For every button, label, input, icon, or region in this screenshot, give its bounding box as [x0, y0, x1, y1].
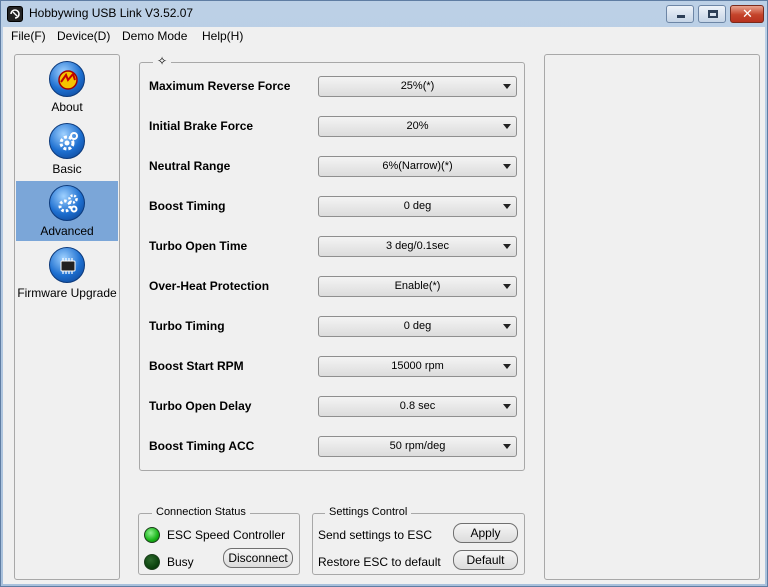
connection-status-title: Connection Status	[152, 506, 250, 518]
select-turbo-open-time[interactable]: 3 deg/0.1sec	[318, 236, 517, 257]
dropdown-arrow-icon	[503, 244, 511, 249]
select-value: Enable(*)	[394, 280, 441, 292]
parameters-group-title: ✧	[153, 54, 172, 68]
close-icon: ✕	[742, 7, 753, 22]
select-boost-timing-acc[interactable]: 50 rpm/deg	[318, 436, 517, 457]
hobbywing-logo-icon	[49, 61, 85, 97]
restore-default-label: Restore ESC to default	[318, 555, 441, 569]
label-neutral-range: Neutral Range	[149, 159, 231, 173]
sidebar-item-advanced[interactable]: Advanced	[16, 181, 118, 241]
info-panel	[544, 54, 760, 580]
select-turbo-timing[interactable]: 0 deg	[318, 316, 517, 337]
label-maximum-reverse-force: Maximum Reverse Force	[149, 79, 291, 93]
gear-icon	[49, 123, 85, 159]
sidebar-item-about[interactable]: About	[16, 57, 118, 117]
label-boost-start-rpm: Boost Start RPM	[149, 359, 244, 373]
select-maximum-reverse-force[interactable]: 25%(*)	[318, 76, 517, 97]
select-value: 3 deg/0.1sec	[386, 240, 449, 252]
title-bar[interactable]: Hobbywing USB Link V3.52.07 ✕	[1, 1, 767, 27]
sidebar-item-label: Advanced	[40, 224, 94, 238]
maximize-button[interactable]	[698, 5, 726, 23]
label-boost-timing-acc: Boost Timing ACC	[149, 439, 255, 453]
menu-device[interactable]: Device(D)	[57, 29, 110, 43]
dropdown-arrow-icon	[503, 324, 511, 329]
sidebar: About Basic Advanced Firmware Upgrade	[14, 54, 120, 580]
select-neutral-range[interactable]: 6%(Narrow)(*)	[318, 156, 517, 177]
select-over-heat-protection[interactable]: Enable(*)	[318, 276, 517, 297]
gears-icon	[49, 185, 85, 221]
sidebar-item-label: Firmware Upgrade	[17, 286, 117, 300]
app-window: Hobbywing USB Link V3.52.07 ✕ File(F) De…	[0, 0, 768, 587]
sidebar-item-label: About	[51, 100, 83, 114]
client-area: About Basic Advanced Firmware Upgrade ✧ …	[3, 45, 765, 584]
dropdown-arrow-icon	[503, 84, 511, 89]
dropdown-arrow-icon	[503, 364, 511, 369]
label-initial-brake-force: Initial Brake Force	[149, 119, 254, 133]
sidebar-item-label: Basic	[52, 162, 82, 176]
select-initial-brake-force[interactable]: 20%	[318, 116, 517, 137]
dropdown-arrow-icon	[503, 404, 511, 409]
select-value: 0 deg	[403, 320, 432, 332]
label-turbo-open-time: Turbo Open Time	[149, 239, 248, 253]
dropdown-arrow-icon	[503, 284, 511, 289]
label-turbo-timing: Turbo Timing	[149, 319, 225, 333]
chip-icon	[49, 247, 85, 283]
default-button[interactable]: Default	[453, 550, 518, 570]
busy-led-icon	[144, 554, 160, 570]
select-turbo-open-delay[interactable]: 0.8 sec	[318, 396, 517, 417]
connected-led-icon	[144, 527, 160, 543]
device-name-label: ESC Speed Controller	[167, 528, 286, 542]
app-icon[interactable]	[7, 6, 23, 22]
sidebar-item-basic[interactable]: Basic	[16, 119, 118, 179]
maximize-icon	[708, 10, 718, 18]
menu-help[interactable]: Help(H)	[202, 29, 243, 43]
select-value: 15000 rpm	[391, 360, 444, 372]
menu-demo-mode[interactable]: Demo Mode	[122, 29, 187, 43]
send-settings-label: Send settings to ESC	[318, 528, 433, 542]
select-boost-start-rpm[interactable]: 15000 rpm	[318, 356, 517, 377]
busy-label: Busy	[167, 555, 194, 569]
select-boost-timing[interactable]: 0 deg	[318, 196, 517, 217]
select-value: 0.8 sec	[399, 400, 436, 412]
apply-button[interactable]: Apply	[453, 523, 518, 543]
select-value: 25%(*)	[400, 80, 435, 92]
menu-file[interactable]: File(F)	[11, 29, 46, 43]
close-button[interactable]: ✕	[730, 5, 764, 23]
disconnect-button[interactable]: Disconnect	[223, 548, 293, 568]
minimize-button[interactable]	[666, 5, 694, 23]
label-over-heat-protection: Over-Heat Protection	[149, 279, 270, 293]
select-value: 6%(Narrow)(*)	[382, 160, 453, 172]
sidebar-item-firmware-upgrade[interactable]: Firmware Upgrade	[16, 243, 118, 303]
select-value: 20%	[406, 120, 429, 132]
settings-control-title: Settings Control	[325, 506, 412, 518]
dropdown-arrow-icon	[503, 204, 511, 209]
label-turbo-open-delay: Turbo Open Delay	[149, 399, 252, 413]
minimize-icon	[677, 15, 685, 18]
window-title: Hobbywing USB Link V3.52.07	[29, 6, 194, 20]
dropdown-arrow-icon	[503, 164, 511, 169]
select-value: 50 rpm/deg	[389, 440, 446, 452]
menu-bar: File(F) Device(D) Demo Mode Help(H)	[3, 27, 765, 45]
dropdown-arrow-icon	[503, 444, 511, 449]
label-boost-timing: Boost Timing	[149, 199, 226, 213]
dropdown-arrow-icon	[503, 124, 511, 129]
select-value: 0 deg	[403, 200, 432, 212]
